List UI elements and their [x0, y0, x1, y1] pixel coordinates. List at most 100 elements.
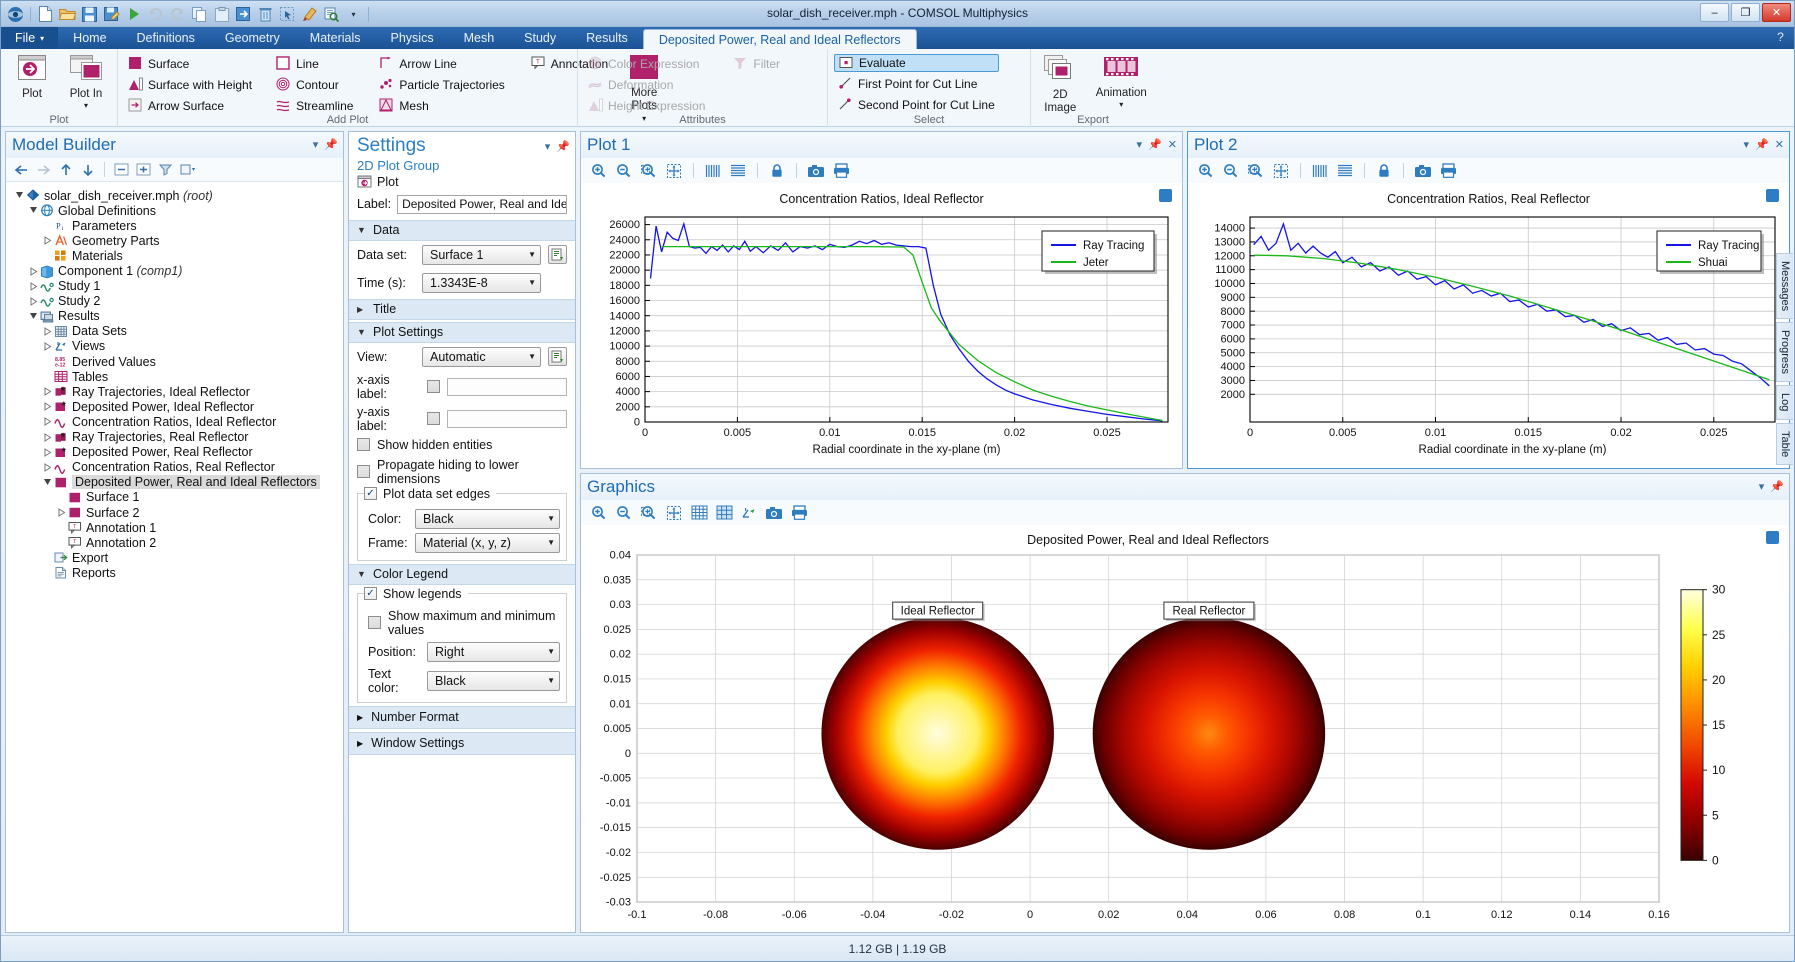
graphics-header-buttons[interactable]: ▾ 📌: [1759, 480, 1784, 493]
section-color-legend-twisty-icon[interactable]: ▼: [357, 569, 365, 579]
plot-in-caret-icon[interactable]: ▾: [84, 101, 88, 110]
tree-node[interactable]: 8.85e-12Derived Values: [14, 354, 339, 369]
side-tab-progress[interactable]: Progress: [1776, 322, 1793, 382]
section-window-settings-header[interactable]: ▶ Window Settings: [349, 732, 575, 755]
plot2-toolbar[interactable]: [1188, 158, 1789, 183]
tree-node[interactable]: TAnnotation 2: [14, 535, 339, 550]
animation-caret-icon[interactable]: ▾: [1119, 100, 1123, 109]
tab-physics[interactable]: Physics: [376, 27, 449, 49]
show-maxmin-row[interactable]: Show maximum and minimum values: [364, 609, 560, 642]
tree-node[interactable]: Component 1 (comp1): [14, 263, 339, 278]
model-builder-toolbar[interactable]: [6, 158, 343, 182]
settings-plot-button[interactable]: Plot: [357, 175, 567, 190]
graphics-menu-icon[interactable]: ▾: [1759, 480, 1765, 493]
zoom-extents-icon[interactable]: [664, 162, 684, 180]
grid-horizontal-icon[interactable]: [1335, 162, 1355, 180]
dataset-edit-button[interactable]: [548, 245, 567, 264]
zoom-in-icon[interactable]: [1196, 162, 1216, 180]
second-point-cut-line-item[interactable]: Second Point for Cut Line: [834, 95, 999, 114]
tree-node[interactable]: Geometry Parts: [14, 233, 339, 248]
section-data-header[interactable]: ▼ Data: [349, 220, 575, 241]
section-plot-settings-twisty-icon[interactable]: ▼: [357, 327, 365, 337]
frame-select[interactable]: Material (x, y, z) ▼: [415, 533, 560, 553]
section-title-twisty-icon[interactable]: ▶: [357, 305, 365, 314]
plot2-header-buttons[interactable]: ▾ 📌 ✕: [1744, 138, 1784, 151]
tab-home[interactable]: Home: [58, 27, 121, 49]
grid-horizontal-icon[interactable]: [728, 162, 748, 180]
side-tab-table[interactable]: Table: [1776, 423, 1793, 465]
dataset-select[interactable]: Surface 1 ▼: [422, 245, 541, 265]
legend-textcolor-select[interactable]: Black ▼: [427, 671, 560, 691]
plot1-toolbar[interactable]: [581, 158, 1182, 183]
section-number-format-twisty-icon[interactable]: ▶: [357, 713, 363, 722]
chevron-down-icon[interactable]: ▼: [528, 250, 536, 259]
plot1-pin-icon[interactable]: 📌: [1148, 138, 1162, 151]
axis-icon[interactable]: [689, 504, 709, 522]
scene-light-icon[interactable]: [739, 504, 759, 522]
view-edit-button[interactable]: [548, 347, 567, 366]
tree-node[interactable]: Surface 2: [14, 505, 339, 520]
print-icon[interactable]: [789, 504, 809, 522]
first-point-cut-line-item[interactable]: First Point for Cut Line: [834, 74, 999, 93]
plot1-menu-icon[interactable]: ▾: [1137, 138, 1143, 151]
filter-item[interactable]: Filter: [729, 54, 784, 73]
tree-node[interactable]: Materials: [14, 248, 339, 263]
twisty-open-icon[interactable]: [14, 191, 25, 200]
time-select[interactable]: 1.3343E-8 ▼: [422, 273, 541, 293]
height-expression-item[interactable]: Height Expression: [584, 96, 709, 115]
lock-icon[interactable]: [1374, 162, 1394, 180]
collapse-icon[interactable]: [113, 161, 130, 178]
tab-study[interactable]: Study: [509, 27, 571, 49]
twisty-open-icon[interactable]: [42, 478, 53, 487]
side-tabs[interactable]: MessagesProgressLogTable: [1776, 253, 1794, 468]
twisty-closed-icon[interactable]: [42, 387, 53, 396]
down-icon[interactable]: [79, 161, 96, 178]
section-data-twisty-icon[interactable]: ▼: [357, 225, 365, 235]
plot2-close-icon[interactable]: ✕: [1775, 138, 1784, 151]
camera-icon[interactable]: [806, 162, 826, 180]
section-plot-settings-header[interactable]: ▼ Plot Settings: [349, 322, 575, 343]
twisty-closed-icon[interactable]: [42, 342, 53, 351]
zoom-in-icon[interactable]: [589, 504, 609, 522]
zoom-out-icon[interactable]: [614, 162, 634, 180]
tree-node[interactable]: Export: [14, 550, 339, 565]
tree-node[interactable]: Deposited Power, Real Reflector: [14, 445, 339, 460]
contour-item[interactable]: Contour: [272, 75, 357, 94]
zoom-extents-icon[interactable]: [1271, 162, 1291, 180]
options-icon[interactable]: [179, 161, 196, 178]
arrow-surface-item[interactable]: Arrow Surface: [124, 96, 256, 115]
back-icon[interactable]: [13, 161, 30, 178]
file-menu-button[interactable]: File▾: [1, 27, 58, 49]
surface-with-height-item[interactable]: Surface with Height: [124, 75, 256, 94]
tab-materials[interactable]: Materials: [295, 27, 376, 49]
tree-node[interactable]: TAnnotation 1: [14, 520, 339, 535]
zoom-in-icon[interactable]: [589, 162, 609, 180]
twisty-closed-icon[interactable]: [42, 433, 53, 442]
tree-node[interactable]: Global Definitions: [14, 203, 339, 218]
graphics-canvas[interactable]: Deposited Power, Real and Ideal Reflecto…: [581, 525, 1789, 932]
graphics-pin-icon[interactable]: 📌: [1770, 480, 1784, 493]
xaxis-label-checkbox[interactable]: [427, 380, 440, 393]
propagate-hiding-checkbox[interactable]: [357, 465, 370, 478]
tree-node[interactable]: Deposited Power, Ideal Reflector: [14, 399, 339, 414]
yaxis-label-checkbox[interactable]: [427, 412, 440, 425]
streamline-item[interactable]: Streamline: [272, 96, 357, 115]
legend-position-select[interactable]: Right ▼: [427, 642, 560, 662]
show-maxmin-checkbox[interactable]: [368, 616, 381, 629]
graphics-toolbar[interactable]: [581, 500, 1789, 525]
grid-vertical-icon[interactable]: [1310, 162, 1330, 180]
tree-node[interactable]: Ray Trajectories, Ideal Reflector: [14, 384, 339, 399]
yaxis-label-input[interactable]: [447, 410, 567, 428]
show-legends-checkbox[interactable]: ✓: [364, 587, 377, 600]
grid-icon[interactable]: [714, 504, 734, 522]
twisty-closed-icon[interactable]: [42, 463, 53, 472]
tree-node[interactable]: PiParameters: [14, 218, 339, 233]
show-legends-legend[interactable]: ✓ Show legends: [364, 587, 468, 601]
section-color-legend-header[interactable]: ▼ Color Legend: [349, 564, 575, 585]
chevron-down-icon[interactable]: ▼: [547, 538, 555, 547]
settings-menu-icon[interactable]: ▾: [545, 140, 551, 153]
pin-icon[interactable]: 📌: [324, 138, 338, 151]
forward-icon[interactable]: [35, 161, 52, 178]
twisty-closed-icon[interactable]: [42, 236, 53, 245]
twisty-closed-icon[interactable]: [42, 402, 53, 411]
